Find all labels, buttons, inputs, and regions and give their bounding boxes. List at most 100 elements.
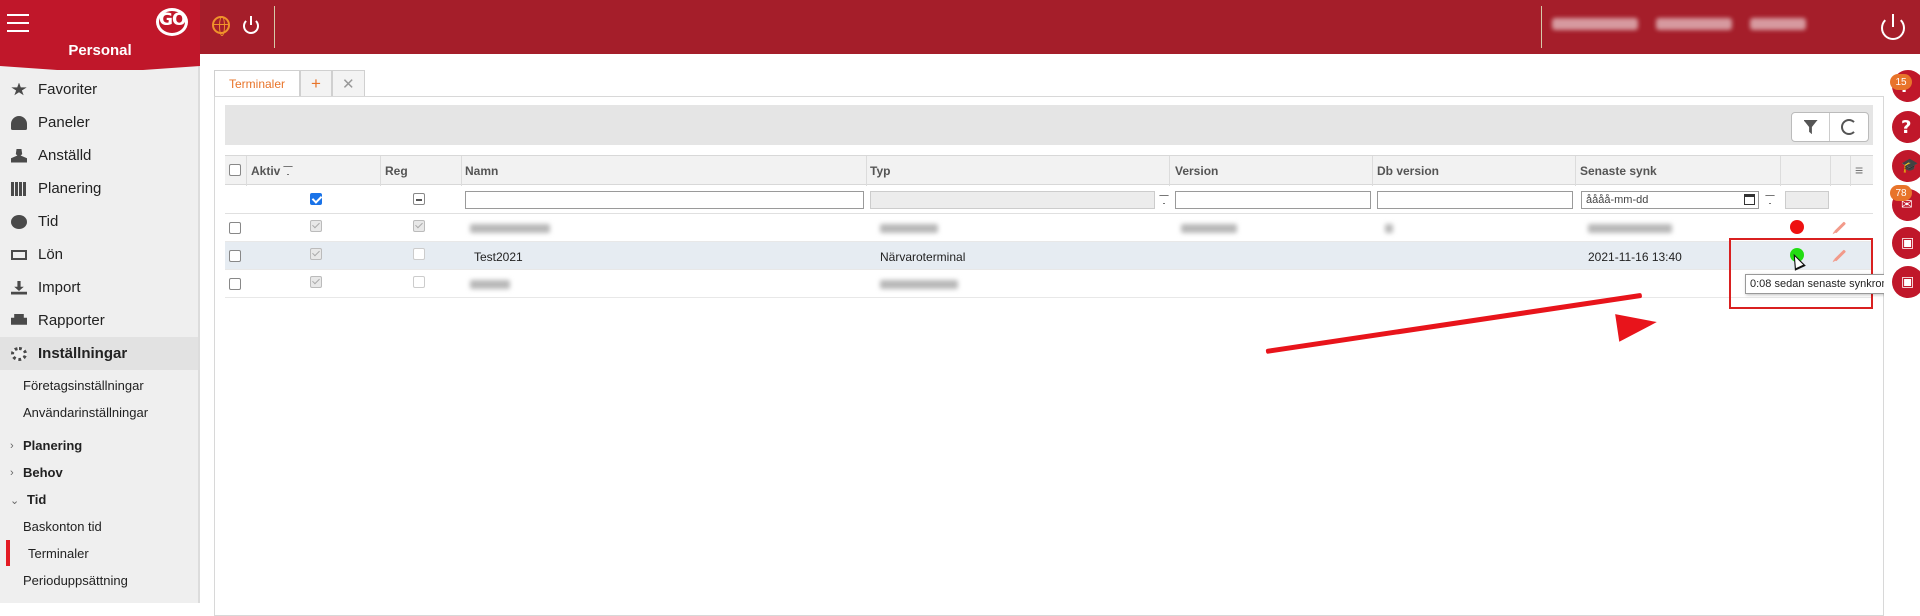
column-header-namn[interactable]: Namn	[465, 164, 498, 178]
globe-icon[interactable]	[212, 16, 230, 36]
filter-icon[interactable]	[283, 166, 293, 175]
right-rail: i 15 ? 🎓 ✉ 78 ▣ ▣	[1884, 54, 1920, 603]
top-divider	[1541, 6, 1542, 48]
column-menu-icon[interactable]: ≡	[1855, 162, 1863, 178]
column-header-typ[interactable]: Typ	[870, 164, 890, 178]
annotation-arrow-head	[1615, 308, 1659, 342]
help-button[interactable]: ?	[1892, 111, 1920, 143]
sidebar-sub-baskonton-tid[interactable]: Baskonton tid	[23, 519, 102, 534]
sidebar-item-label: Anställd	[38, 147, 92, 164]
sidebar-item-label: Rapporter	[38, 312, 105, 329]
printer-icon	[11, 313, 27, 325]
user-info-blurred	[1750, 18, 1806, 30]
column-separator	[1780, 156, 1781, 186]
tab-terminaler[interactable]: Terminaler	[214, 70, 301, 96]
status-filter-input[interactable]	[1785, 191, 1829, 209]
calendar-icon[interactable]	[1744, 194, 1755, 205]
namn-filter-input[interactable]	[465, 191, 864, 209]
chevron-down-icon[interactable]: ⌄	[10, 494, 19, 507]
column-header-aktiv[interactable]: Aktiv	[251, 164, 280, 178]
column-header-reg[interactable]: Reg	[385, 164, 408, 178]
filter-button[interactable]	[1792, 113, 1830, 141]
edit-icon[interactable]	[1833, 221, 1847, 234]
typ-filter-select[interactable]	[870, 191, 1155, 209]
sidebar-sub-perioduppsattning[interactable]: Perioduppsättning	[23, 573, 128, 588]
name-cell-blurred	[470, 280, 510, 289]
refresh-button[interactable]	[1830, 113, 1868, 141]
grid-toolbar	[225, 105, 1873, 145]
chevron-right-icon[interactable]: ›	[10, 467, 14, 479]
row-checkbox[interactable]	[229, 278, 241, 290]
aktiv-checkbox	[310, 220, 322, 232]
sidebar-item-label: Paneler	[38, 114, 90, 131]
reg-checkbox	[413, 276, 425, 288]
sidebar-item-planering[interactable]: Planering	[0, 172, 198, 205]
filter-row: åååå-mm-dd	[225, 185, 1873, 214]
info-badge: 15	[1890, 74, 1912, 90]
sidebar: Favoriter Paneler Anställd Planering Tid…	[0, 54, 200, 603]
status-indicator[interactable]	[1790, 220, 1804, 234]
sidebar-sub-anvandarinstallningar[interactable]: Användarinställningar	[23, 405, 148, 420]
column-header-senaste-synk[interactable]: Senaste synk	[1580, 164, 1657, 178]
filter-icon[interactable]	[1765, 195, 1775, 204]
column-separator	[866, 156, 867, 186]
name-cell-blurred	[470, 224, 550, 233]
sidebar-group-behov[interactable]: Behov	[23, 465, 63, 480]
reg-filter-checkbox[interactable]	[413, 193, 425, 205]
sidebar-item-tid[interactable]: Tid	[0, 205, 198, 238]
type-cell-blurred	[880, 280, 958, 289]
sidebar-group-planering[interactable]: Planering	[23, 438, 82, 453]
table-row[interactable]: Test2021 Närvaroterminal 2021-11-16 13:4…	[225, 242, 1873, 271]
chevron-right-icon[interactable]: ›	[10, 440, 14, 452]
sidebar-item-installningar[interactable]: Inställningar	[0, 337, 198, 370]
column-header-db-version[interactable]: Db version	[1377, 164, 1439, 178]
hamburger-icon[interactable]	[7, 14, 29, 32]
money-icon	[11, 249, 27, 260]
aktiv-checkbox	[310, 276, 322, 288]
logout-icon[interactable]	[1880, 14, 1906, 40]
sidebar-item-favoriter[interactable]: Favoriter	[0, 73, 198, 106]
tab-bar: Terminaler + ✕	[214, 70, 365, 96]
star-icon	[11, 82, 27, 96]
sidebar-item-label: Favoriter	[38, 81, 98, 98]
column-header-version[interactable]: Version	[1175, 164, 1218, 178]
table-row[interactable]	[225, 270, 1873, 298]
academy-button[interactable]: 🎓	[1892, 150, 1920, 182]
user-info[interactable]	[1552, 18, 1806, 30]
sidebar-group-tid[interactable]: Tid	[27, 492, 46, 507]
select-all-checkbox[interactable]	[229, 164, 241, 176]
sidebar-item-rapporter[interactable]: Rapporter	[0, 304, 198, 337]
terminals-panel: Aktiv Reg Namn Typ Version Db version Se…	[214, 96, 1884, 616]
close-tab-button[interactable]: ✕	[331, 70, 365, 96]
senaste-synk-date-input[interactable]: åååå-mm-dd	[1581, 191, 1759, 209]
documents-button[interactable]: ▣	[1892, 227, 1920, 259]
column-separator	[1372, 156, 1373, 186]
sidebar-item-paneler[interactable]: Paneler	[0, 106, 198, 139]
power-icon[interactable]	[242, 16, 260, 34]
refresh-icon	[1841, 119, 1857, 135]
filter-icon[interactable]	[1159, 195, 1169, 204]
sidebar-item-import[interactable]: Import	[0, 271, 198, 304]
add-tab-button[interactable]: +	[300, 70, 332, 96]
top-divider	[274, 6, 275, 48]
row-checkbox[interactable]	[229, 250, 241, 262]
top-icons	[212, 16, 260, 36]
documents-button[interactable]: ▣	[1892, 266, 1920, 298]
row-checkbox[interactable]	[229, 222, 241, 234]
db-version-filter-input[interactable]	[1377, 191, 1573, 209]
reg-checkbox	[413, 220, 425, 232]
toolbar-buttons	[1791, 112, 1869, 142]
version-filter-input[interactable]	[1175, 191, 1371, 209]
import-icon	[11, 280, 27, 295]
column-separator	[461, 156, 462, 186]
table-row[interactable]	[225, 214, 1873, 242]
sidebar-item-lon[interactable]: Lön	[0, 238, 198, 271]
column-separator	[246, 156, 247, 186]
version-cell-blurred	[1181, 224, 1237, 233]
sidebar-item-anstalld[interactable]: Anställd	[0, 139, 198, 172]
sidebar-sub-terminaler[interactable]: Terminaler	[28, 546, 89, 561]
aktiv-filter-checkbox[interactable]	[310, 193, 322, 205]
clock-icon	[11, 214, 27, 229]
gauge-icon	[11, 115, 27, 130]
sidebar-sub-foretagsinstallningar[interactable]: Företagsinställningar	[23, 378, 144, 393]
